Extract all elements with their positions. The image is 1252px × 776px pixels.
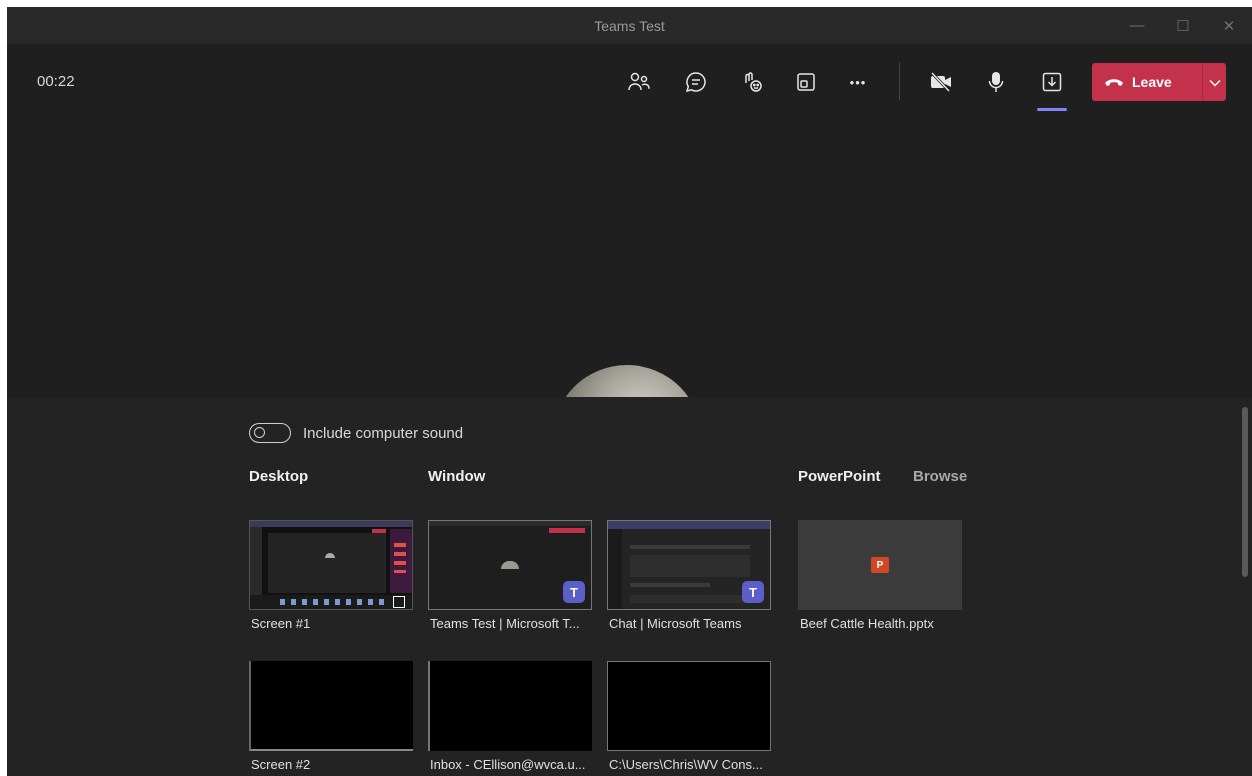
chat-icon[interactable] <box>678 64 714 100</box>
computer-sound-label: Include computer sound <box>303 424 464 442</box>
share-tile-teams-window[interactable]: T Teams Test | Microsoft T... <box>428 520 592 631</box>
microphone-icon[interactable] <box>978 64 1014 100</box>
teams-window-thumbnail: T <box>428 520 592 610</box>
leave-label: Leave <box>1132 74 1172 90</box>
participants-icon[interactable] <box>621 64 657 100</box>
desktop-heading: Desktop <box>249 468 309 485</box>
close-button[interactable]: ✕ <box>1206 7 1252 44</box>
toolbar-divider <box>899 62 900 100</box>
rooms-icon[interactable] <box>788 64 824 100</box>
reactions-icon[interactable] <box>734 64 770 100</box>
toggle-knob <box>254 427 265 438</box>
share-tile-inbox-window[interactable]: Inbox - CEllison@wvca.u... <box>428 661 592 772</box>
minimize-button[interactable]: — <box>1114 7 1160 44</box>
share-tray-icon[interactable] <box>1034 64 1070 100</box>
maximize-button[interactable]: ☐ <box>1160 7 1206 44</box>
screen-1-thumbnail <box>249 520 413 610</box>
chat-window-label: Chat | Microsoft Teams <box>609 616 742 631</box>
leave-button[interactable]: Leave <box>1092 74 1202 90</box>
powerpoint-thumbnail: P <box>798 520 962 610</box>
share-tile-chat-window[interactable]: T Chat | Microsoft Teams <box>607 520 771 631</box>
window-title: Teams Test <box>594 17 665 34</box>
explorer-window-label: C:\Users\Chris\WV Cons... <box>609 757 763 772</box>
computer-sound-row: Include computer sound <box>249 423 463 443</box>
title-bar: Teams Test — ☐ ✕ <box>7 7 1252 44</box>
window-controls: — ☐ ✕ <box>1114 7 1252 44</box>
participant-avatar <box>552 365 702 400</box>
call-timer: 00:22 <box>37 73 75 90</box>
powerpoint-icon: P <box>871 557 889 573</box>
browse-link[interactable]: Browse <box>913 468 967 485</box>
more-icon[interactable]: ••• <box>840 64 876 100</box>
teams-logo-icon: T <box>563 581 585 603</box>
window-heading: Window <box>428 468 486 485</box>
chevron-down-icon <box>1208 74 1221 90</box>
screen-2-label: Screen #2 <box>251 757 311 772</box>
inbox-window-thumbnail <box>428 661 592 751</box>
computer-sound-toggle[interactable] <box>249 423 291 443</box>
meeting-stage <box>7 120 1252 400</box>
share-tile-powerpoint-file[interactable]: P Beef Cattle Health.pptx <box>798 520 962 631</box>
share-tray: Include computer sound Desktop Window Po… <box>7 397 1252 776</box>
powerpoint-heading: PowerPoint <box>798 468 881 485</box>
teams-window: Teams Test — ☐ ✕ 00:22 ••• Leave Include… <box>7 7 1252 776</box>
teams-logo-icon: T <box>742 581 764 603</box>
hang-up-icon <box>1104 74 1124 90</box>
leave-options-button[interactable] <box>1203 74 1226 90</box>
share-active-indicator <box>1037 108 1067 111</box>
tray-scrollbar[interactable] <box>1242 407 1248 577</box>
leave-button-group: Leave <box>1092 63 1226 101</box>
screen-2-thumbnail <box>249 661 413 751</box>
inbox-window-label: Inbox - CEllison@wvca.u... <box>430 757 586 772</box>
call-controls-bar: 00:22 ••• Leave <box>7 44 1252 120</box>
chat-window-thumbnail: T <box>607 520 771 610</box>
powerpoint-file-label: Beef Cattle Health.pptx <box>800 616 934 631</box>
share-tile-screen-1[interactable]: Screen #1 <box>249 520 413 631</box>
share-tile-explorer-window[interactable]: C:\Users\Chris\WV Cons... <box>607 661 771 772</box>
teams-window-label: Teams Test | Microsoft T... <box>430 616 580 631</box>
share-tile-screen-2[interactable]: Screen #2 <box>249 661 413 772</box>
explorer-window-thumbnail <box>607 661 771 751</box>
screen-1-label: Screen #1 <box>251 616 311 631</box>
camera-off-icon[interactable] <box>923 64 959 100</box>
